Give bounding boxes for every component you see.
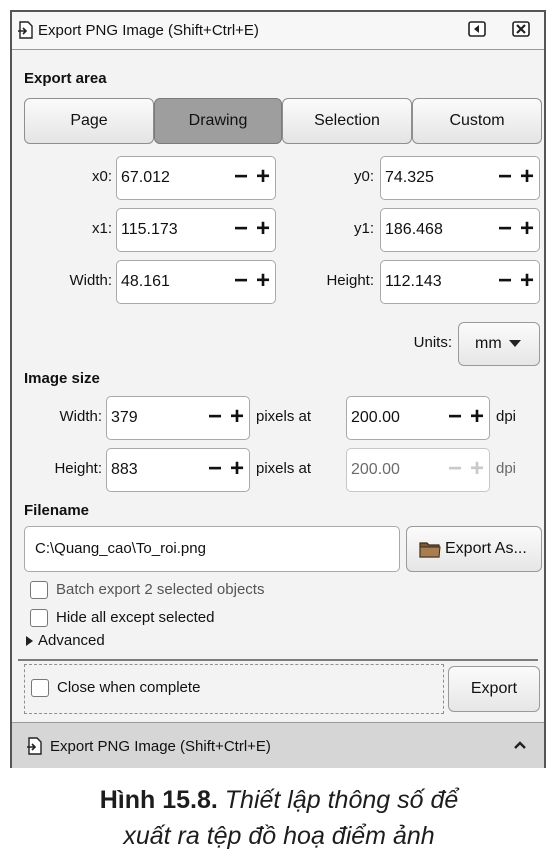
x1-spinbox[interactable]: 115.173 − +	[116, 208, 276, 252]
y1-spinbox[interactable]: 186.468 − +	[380, 208, 540, 252]
close-icon[interactable]	[512, 21, 530, 37]
export-file-icon	[27, 737, 42, 755]
export-png-dialog: Export PNG Image (Shift+Ctrl+E) Export a…	[10, 10, 546, 768]
x0-spinbox[interactable]: 67.012 − +	[116, 156, 276, 200]
tab-drawing[interactable]: Drawing	[154, 98, 282, 144]
width-dpi-decrement-button[interactable]: −	[445, 402, 465, 432]
y1-increment-button[interactable]: +	[517, 214, 537, 244]
dialog-title: Export PNG Image (Shift+Ctrl+E)	[38, 22, 259, 39]
y1-label: y1:	[353, 220, 374, 237]
figure-caption-line2: xuất ra tệp đồ hoạ điểm ảnh	[0, 822, 558, 851]
tab-selection-label: Selection	[314, 112, 380, 129]
tab-custom-label: Custom	[449, 112, 505, 129]
close-when-complete-label: Close when complete	[57, 679, 201, 696]
separator	[18, 659, 538, 661]
area-height-label: Height:	[326, 272, 374, 289]
export-area-label: Export area	[24, 70, 107, 87]
x1-increment-button[interactable]: +	[253, 214, 273, 244]
tab-page[interactable]: Page	[24, 98, 154, 144]
y0-decrement-button[interactable]: −	[495, 162, 515, 192]
x0-value: 67.012	[121, 169, 170, 186]
filename-value: C:\Quang_cao\To_roi.png	[35, 540, 206, 557]
width-dpi-value: 200.00	[351, 409, 400, 426]
image-height-value: 883	[111, 461, 138, 478]
area-width-label: Width:	[69, 272, 112, 289]
y0-increment-button[interactable]: +	[517, 162, 537, 192]
x1-value: 115.173	[121, 221, 178, 238]
advanced-label: Advanced	[38, 632, 105, 649]
hide-all-label: Hide all except selected	[56, 609, 215, 626]
tab-custom[interactable]: Custom	[412, 98, 542, 144]
export-file-icon	[18, 21, 33, 39]
figure-number: Hình 15.8.	[99, 786, 218, 814]
dock-tab-title: Export PNG Image (Shift+Ctrl+E)	[50, 738, 271, 755]
expander-arrow-icon	[26, 636, 33, 646]
batch-export-label: Batch export 2 selected objects	[56, 581, 265, 598]
image-width-value: 379	[111, 409, 138, 426]
caption-text-line1: Thiết lập thông số để	[224, 786, 459, 814]
width-dpi-unit: dpi	[496, 408, 517, 425]
x0-increment-button[interactable]: +	[253, 162, 273, 192]
close-when-complete-checkbox[interactable]	[31, 679, 49, 697]
area-width-decrement-button[interactable]: −	[231, 266, 251, 296]
units-value: mm	[475, 335, 502, 352]
export-as-button[interactable]: Export As...	[406, 526, 542, 572]
x0-label: x0:	[91, 168, 112, 185]
filename-input[interactable]: C:\Quang_cao\To_roi.png	[24, 526, 400, 572]
area-height-spinbox[interactable]: 112.143 − +	[380, 260, 540, 304]
folder-icon	[419, 542, 441, 558]
image-height-label: Height:	[54, 460, 102, 477]
area-height-value: 112.143	[385, 273, 442, 290]
image-height-decrement-button[interactable]: −	[205, 454, 225, 484]
height-dpi-increment-button: +	[469, 455, 484, 482]
x0-decrement-button[interactable]: −	[231, 162, 251, 192]
height-dpi-spinbox: 200.00 − +	[346, 448, 490, 492]
area-width-increment-button[interactable]: +	[253, 266, 273, 296]
filename-label: Filename	[24, 502, 90, 519]
image-width-spinbox[interactable]: 379 − +	[106, 396, 250, 440]
tab-selection[interactable]: Selection	[282, 98, 412, 144]
height-pixels-at-text: pixels at	[256, 460, 312, 477]
dropdown-arrow-icon	[509, 340, 521, 347]
collapse-up-icon[interactable]	[514, 741, 526, 749]
title-bar: Export PNG Image (Shift+Ctrl+E)	[12, 12, 544, 50]
close-when-complete-area: Close when complete	[24, 664, 444, 714]
area-height-increment-button[interactable]: +	[517, 266, 537, 296]
export-as-label: Export As...	[445, 540, 527, 557]
batch-export-checkbox[interactable]	[30, 581, 48, 599]
image-height-spinbox[interactable]: 883 − +	[106, 448, 250, 492]
area-width-value: 48.161	[121, 273, 170, 290]
area-height-decrement-button[interactable]: −	[495, 266, 515, 296]
y0-spinbox[interactable]: 74.325 − +	[380, 156, 540, 200]
caption-text-line2: xuất ra tệp đồ hoạ điểm ảnh	[123, 822, 435, 850]
y1-decrement-button[interactable]: −	[495, 214, 515, 244]
hide-all-checkbox[interactable]	[30, 609, 48, 627]
units-dropdown[interactable]: mm	[458, 322, 540, 366]
dock-icon[interactable]	[468, 21, 486, 37]
tab-page-label: Page	[70, 112, 108, 129]
y0-label: y0:	[353, 168, 374, 185]
width-dpi-spinbox[interactable]: 200.00 − +	[346, 396, 490, 440]
image-width-decrement-button[interactable]: −	[205, 402, 225, 432]
image-height-increment-button[interactable]: +	[227, 454, 247, 484]
tab-drawing-label: Drawing	[188, 112, 248, 129]
height-dpi-decrement-button: −	[447, 455, 462, 482]
x1-decrement-button[interactable]: −	[231, 214, 251, 244]
width-pixels-at-text: pixels at	[256, 408, 312, 425]
dock-tab-bar[interactable]: Export PNG Image (Shift+Ctrl+E)	[12, 722, 544, 768]
height-dpi-unit: dpi	[496, 460, 517, 477]
y0-value: 74.325	[385, 169, 434, 186]
figure-caption-line1: Hình 15.8. Thiết lập thông số để	[0, 786, 558, 815]
export-button[interactable]: Export	[448, 666, 540, 712]
image-width-label: Width:	[59, 408, 102, 425]
image-width-increment-button[interactable]: +	[227, 402, 247, 432]
height-dpi-value: 200.00	[351, 461, 400, 478]
area-width-spinbox[interactable]: 48.161 − +	[116, 260, 276, 304]
image-size-label: Image size	[24, 370, 100, 387]
export-button-label: Export	[470, 680, 518, 697]
width-dpi-increment-button[interactable]: +	[467, 402, 487, 432]
y1-value: 186.468	[385, 221, 443, 238]
units-label: Units:	[413, 334, 452, 351]
x1-label: x1:	[91, 220, 112, 237]
